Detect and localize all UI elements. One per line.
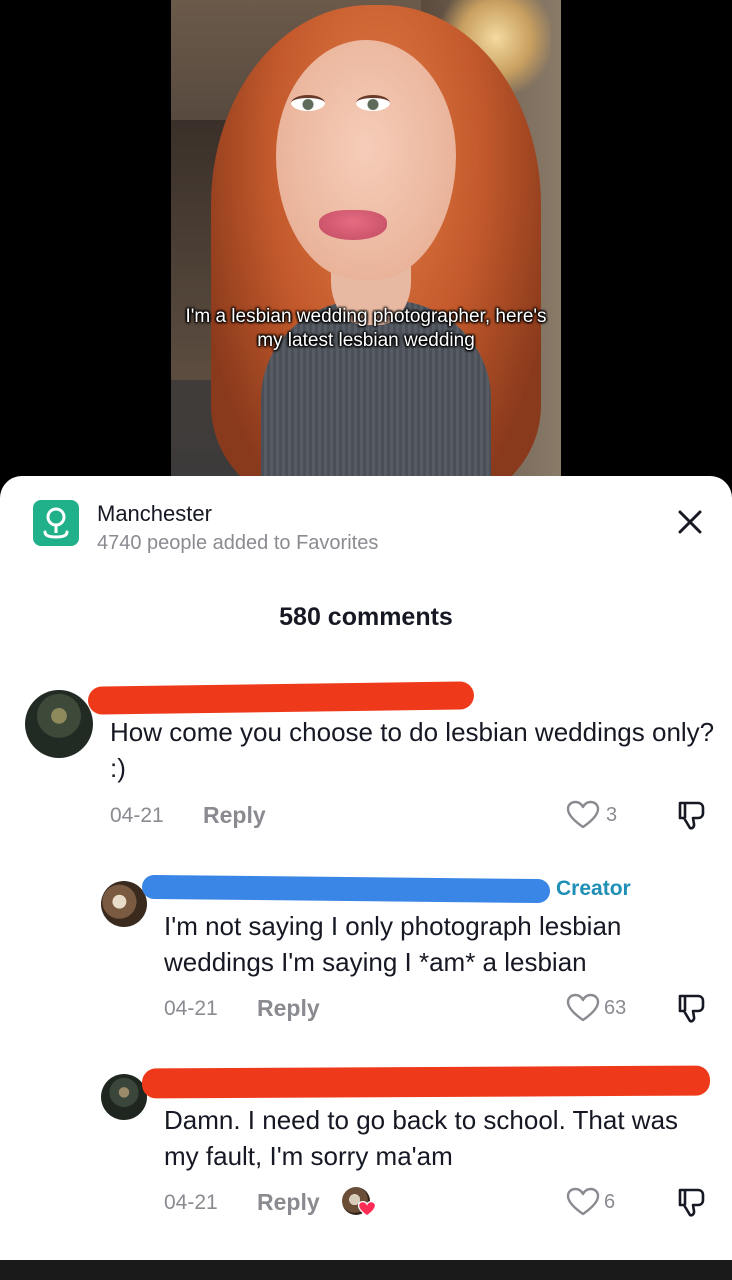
heart-icon — [566, 800, 600, 829]
dislike-button[interactable] — [674, 1185, 708, 1219]
like-count: 6 — [604, 1191, 616, 1213]
video-player[interactable] — [171, 0, 561, 500]
comment-avatar[interactable] — [101, 1074, 147, 1120]
heart-icon — [566, 1187, 600, 1216]
person-lips — [319, 210, 387, 240]
creator-avatar[interactable] — [101, 881, 147, 927]
thumbs-down-icon — [678, 801, 705, 830]
thumbs-down-icon — [678, 994, 705, 1023]
heart-icon — [566, 993, 600, 1022]
like-count: 63 — [604, 997, 627, 1019]
redacted-username — [87, 681, 475, 715]
reply-button[interactable]: Reply — [203, 802, 266, 829]
liked-by-creator-indicator — [342, 1187, 378, 1221]
creator-badge: Creator — [556, 877, 631, 900]
like-button[interactable] — [566, 800, 600, 830]
comment-avatar[interactable] — [25, 690, 93, 758]
comments-count-header: 580 comments — [279, 603, 453, 631]
comment-text: Damn. I need to go back to school. That … — [164, 1105, 679, 1171]
like-button[interactable] — [566, 993, 600, 1023]
comment-text: How come you choose to do lesbian weddin… — [110, 717, 715, 783]
close-icon — [678, 510, 702, 534]
thumbs-down-icon — [678, 1188, 705, 1217]
reply-button[interactable]: Reply — [257, 1189, 320, 1216]
like-count: 3 — [606, 804, 618, 826]
like-button[interactable] — [566, 1187, 600, 1217]
comment-date: 04-21 — [164, 1191, 218, 1214]
location-favorites-count: 4740 people added to Favorites — [97, 532, 379, 554]
location-pin-icon — [33, 500, 79, 546]
heart-icon — [358, 1201, 376, 1217]
comment-text: I'm not saying I only photograph lesbian… — [164, 911, 622, 977]
video-caption: I'm a lesbian wedding photographer, here… — [185, 306, 547, 351]
redacted-username — [141, 1065, 711, 1099]
person-eye-left — [291, 95, 325, 111]
person-face — [276, 40, 456, 280]
location-title[interactable]: Manchester — [97, 501, 212, 527]
reply-button[interactable]: Reply — [257, 995, 320, 1022]
close-button[interactable] — [672, 504, 708, 540]
dislike-button[interactable] — [674, 798, 708, 832]
dislike-button[interactable] — [674, 991, 708, 1025]
redacted-username — [141, 874, 551, 904]
person-eye-right — [356, 95, 390, 111]
comment-date: 04-21 — [164, 997, 218, 1020]
bottom-bar — [0, 1260, 732, 1280]
comment-date: 04-21 — [110, 804, 164, 827]
